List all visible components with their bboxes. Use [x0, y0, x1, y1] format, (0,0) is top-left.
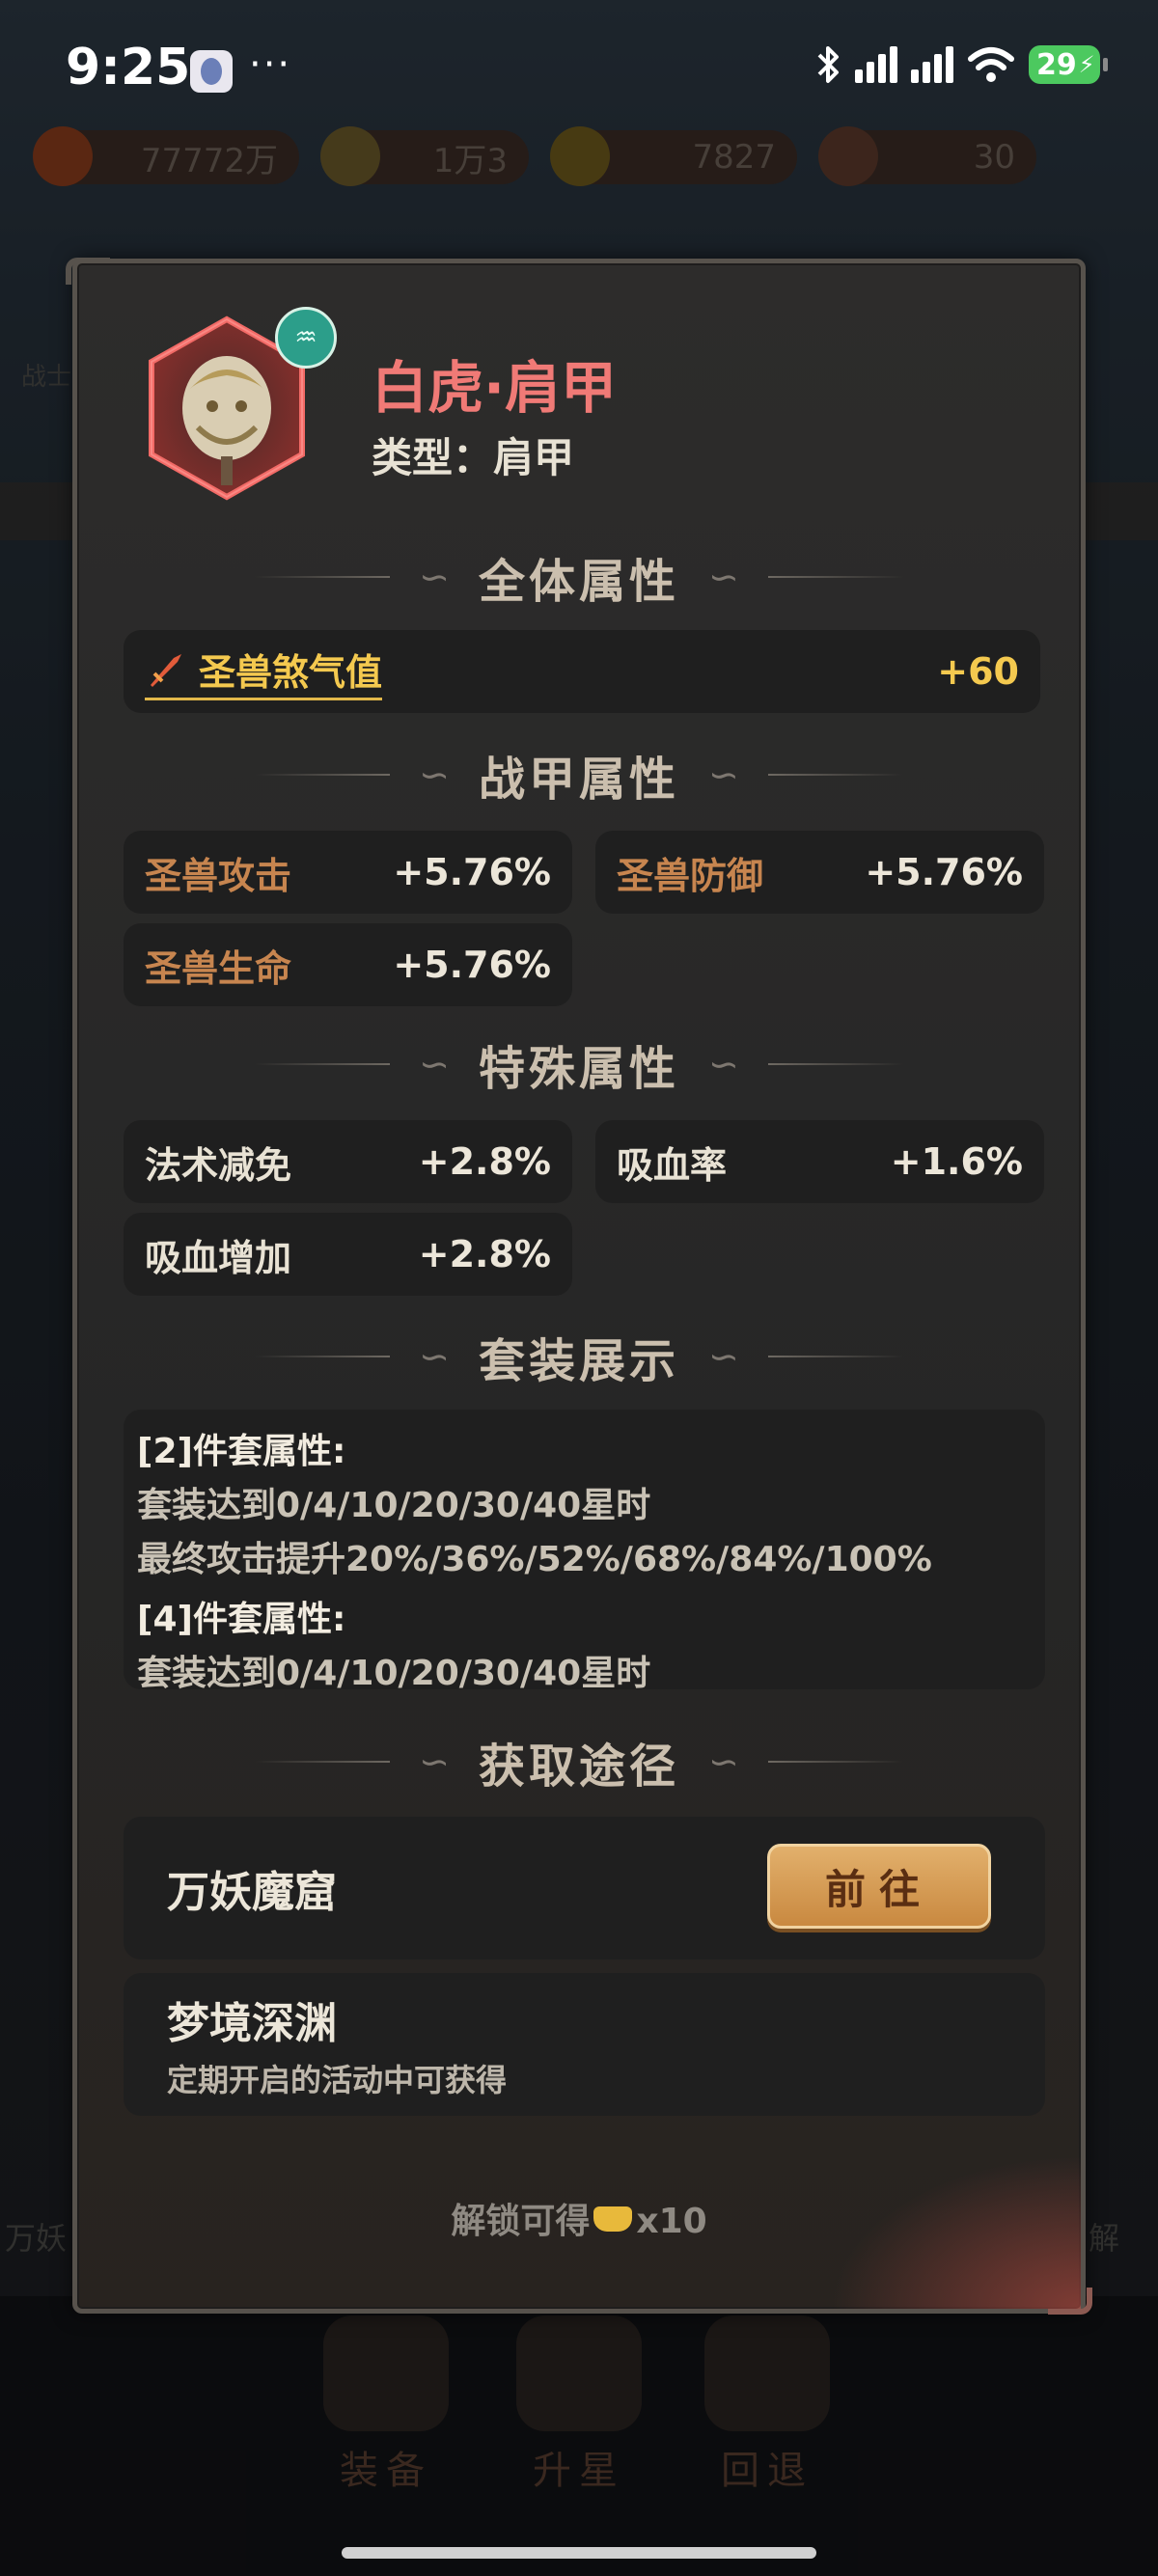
source-name: 万妖魔窟 — [167, 1868, 337, 1917]
unlock-amount: x10 — [636, 2202, 707, 2241]
section-title-text: 获取途径 — [478, 1740, 679, 1794]
ornament-icon: ∽ — [419, 556, 450, 598]
corner-ornament — [66, 258, 110, 285]
stat-value: +1.6% — [890, 1140, 1023, 1183]
battery-level: 29 — [1036, 47, 1077, 82]
signal-icon — [855, 46, 897, 83]
section-title-text: 套装展示 — [478, 1334, 679, 1388]
set2-line: 套装达到0/4/10/20/30/40星时 — [137, 1486, 651, 1525]
signal-icon — [911, 46, 953, 83]
ornament-icon: ∽ — [708, 754, 739, 796]
set4-line: 套装达到0/4/10/20/30/40星时 — [137, 1654, 651, 1693]
dragon-badge-icon: ♒ — [275, 307, 337, 369]
battery-charging-icon: 29 ⚡ — [1029, 45, 1108, 84]
set-bonus-box: [2]件套属性: 套装达到0/4/10/20/30/40星时 最终攻击提升20%… — [124, 1410, 1045, 1693]
divider-line — [255, 1761, 391, 1763]
stat-label: 圣兽攻击 — [145, 854, 292, 897]
section-title-text: 特殊属性 — [478, 1042, 679, 1096]
divider-line — [767, 1063, 903, 1065]
ornament-icon: ∽ — [419, 1043, 450, 1085]
section-title-text: 战甲属性 — [478, 753, 679, 807]
special-stat-magic-reduction: 法术减免 +2.8% — [124, 1120, 572, 1203]
stat-value: +2.8% — [418, 1140, 551, 1183]
source-row-dream-abyss: 梦境深渊 定期开启的活动中可获得 — [124, 1973, 1045, 2116]
divider-line — [255, 1063, 391, 1065]
source-subtitle: 定期开启的活动中可获得 — [167, 2062, 508, 2098]
unlock-label: 解锁可得 — [451, 2202, 591, 2241]
status-time: 9:25 — [66, 39, 191, 96]
source-row-demon-cave: 万妖魔窟 前往 — [124, 1817, 1045, 1959]
armor-stat-health: 圣兽生命 +5.76% — [124, 923, 572, 1006]
special-stat-lifesteal-rate: 吸血率 +1.6% — [595, 1120, 1044, 1203]
divider-line — [767, 576, 903, 578]
divider-line — [255, 1356, 391, 1357]
sword-icon — [151, 653, 181, 687]
section-title-special: ∽ 特殊属性 ∽ — [77, 1030, 1081, 1098]
divider-line — [767, 1356, 903, 1357]
ornament-icon: ∽ — [419, 1740, 450, 1783]
stat-value: +5.76% — [865, 851, 1023, 893]
armor-stat-defense: 圣兽防御 +5.76% — [595, 831, 1044, 914]
home-indicator[interactable] — [342, 2547, 816, 2559]
set4-header: [4]件套属性: — [137, 1600, 346, 1639]
divider-line — [767, 774, 903, 776]
divider-line — [255, 774, 391, 776]
go-button-label: 前往 — [824, 1865, 933, 1913]
wifi-icon — [968, 47, 1014, 82]
overall-stat-value: +60 — [937, 650, 1019, 693]
ornament-icon: ∽ — [708, 1043, 739, 1085]
armor-stat-attack: 圣兽攻击 +5.76% — [124, 831, 572, 914]
overall-stat-row: 圣兽煞气值 +60 — [124, 630, 1040, 713]
go-button[interactable]: 前往 — [767, 1844, 991, 1929]
stat-label: 圣兽生命 — [145, 946, 292, 990]
corner-ornament — [1048, 2288, 1092, 2315]
item-type-value: 肩甲 — [493, 434, 575, 481]
ornament-icon: ∽ — [708, 556, 739, 598]
stat-label: 法术减免 — [145, 1143, 292, 1187]
ingot-icon — [593, 2206, 633, 2232]
ornament-icon: ∽ — [708, 1740, 739, 1783]
ornament-icon: ∽ — [419, 1335, 450, 1378]
set2-header: [2]件套属性: — [137, 1432, 346, 1471]
stat-value: +5.76% — [393, 944, 551, 986]
section-title-set: ∽ 套装展示 ∽ — [77, 1323, 1081, 1390]
stat-label: 吸血增加 — [145, 1236, 292, 1279]
divider-line — [767, 1761, 903, 1763]
bluetooth-icon — [817, 46, 839, 83]
stat-value: +5.76% — [393, 851, 551, 893]
item-type: 类型：肩甲 — [372, 425, 574, 484]
stat-value: +2.8% — [418, 1233, 551, 1275]
section-title-armor: ∽ 战甲属性 ∽ — [77, 741, 1081, 808]
section-title-overall: ∽ 全体属性 ∽ — [77, 543, 1081, 611]
item-detail-panel: ♒ 白虎·肩甲 类型：肩甲 ∽ 全体属性 ∽ 圣兽煞气值 +60 ∽ 战甲属性 … — [66, 258, 1092, 2315]
overall-stat-label: 圣兽煞气值 — [199, 651, 383, 694]
ornament-icon: ∽ — [708, 1335, 739, 1378]
item-type-label: 类型： — [372, 434, 494, 481]
divider-line — [255, 576, 391, 578]
overall-stat-name[interactable]: 圣兽煞气值 — [145, 643, 383, 700]
section-title-source: ∽ 获取途径 ∽ — [77, 1728, 1081, 1795]
section-title-text: 全体属性 — [478, 555, 679, 609]
item-name: 白虎·肩甲 — [372, 355, 618, 421]
unlock-reward: 解锁可得 x10 — [77, 2193, 1081, 2243]
stat-label: 圣兽防御 — [617, 854, 764, 897]
source-name: 梦境深渊 — [167, 1999, 337, 2048]
avatar — [190, 50, 233, 93]
status-icons: 29 ⚡ — [816, 44, 1108, 85]
more-icon: ··· — [249, 42, 292, 87]
stat-label: 吸血率 — [617, 1143, 728, 1187]
status-bar: 9:25 ··· 29 ⚡ — [0, 0, 1158, 135]
ornament-icon: ∽ — [419, 754, 450, 796]
special-stat-lifesteal-bonus: 吸血增加 +2.8% — [124, 1213, 572, 1296]
set2-line: 最终攻击提升20%/36%/52%/68%/84%/100% — [137, 1540, 932, 1579]
